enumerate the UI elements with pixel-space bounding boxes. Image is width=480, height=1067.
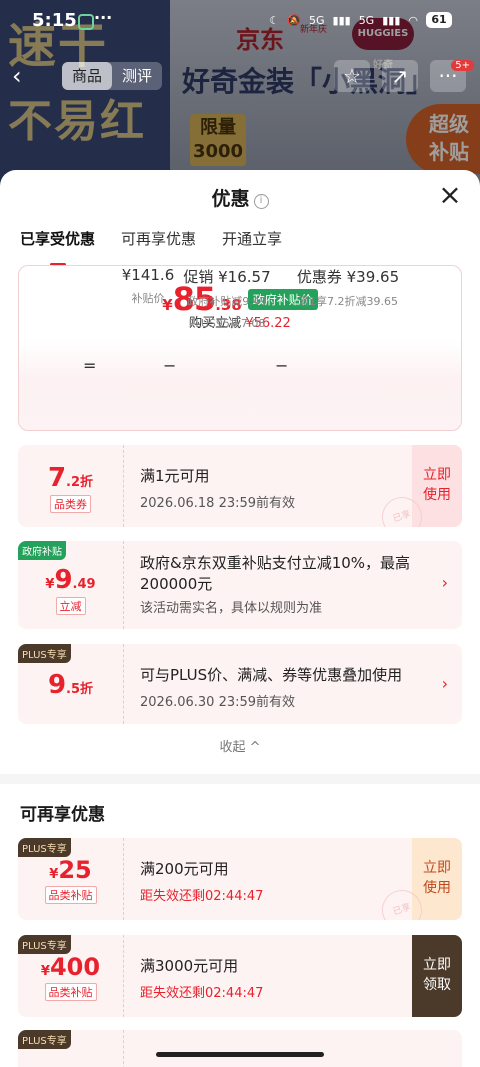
coupon-value-pane: 7.2折 品类券 bbox=[18, 445, 124, 527]
close-icon[interactable]: × bbox=[438, 181, 462, 209]
tab-product[interactable]: 商品 bbox=[62, 62, 113, 90]
coupon-discount-int: 7 bbox=[47, 463, 67, 493]
coupon-amount: ¥400 bbox=[18, 953, 123, 981]
plus-coupon-card-25[interactable]: PLUS专享 ¥25 品类补贴 满200元可用 距失效还剩02:44:47 立即… bbox=[18, 838, 462, 920]
equals-sign: = bbox=[83, 356, 97, 375]
coupon-value-pane bbox=[18, 1030, 124, 1067]
plus-expiry: 2026.06.30 23:59前有效 bbox=[140, 695, 296, 710]
battery-icon: 61 bbox=[426, 12, 452, 28]
coupon-amount-value: 25 bbox=[58, 856, 92, 884]
collapse-button[interactable]: 收起 ^ bbox=[0, 736, 480, 755]
chevron-right-icon[interactable]: › bbox=[442, 674, 448, 693]
gov-subsidy-value-pane: ¥9.49 立减 bbox=[18, 541, 124, 629]
coupon-amount-value: 400 bbox=[49, 953, 101, 981]
gov-subsidy-note: 该活动需实名，具体以规则为准 bbox=[140, 601, 323, 616]
mute-icon: 🔕 bbox=[287, 13, 301, 27]
signal-icon: ▮▮▮ bbox=[332, 13, 351, 27]
sheet-title: 优惠 bbox=[211, 188, 250, 210]
plus-coupon-card-partial[interactable]: PLUS专享 bbox=[18, 1030, 462, 1067]
coupon-value: 优惠券 ¥39.65 bbox=[296, 268, 400, 286]
promotion-value: 促销 ¥16.57 bbox=[183, 268, 271, 286]
coupon-type-tag: 品类补贴 bbox=[44, 886, 97, 904]
product-nav-tabs: 商品 测评 bbox=[62, 62, 163, 90]
tab-more-available[interactable]: 可再享优惠 bbox=[121, 224, 196, 264]
coupon-discount-dec: .2折 bbox=[66, 475, 94, 490]
plus-value-pane: 9.5折 bbox=[18, 644, 124, 724]
plus-title: 可与PLUS价、满减、券等优惠叠加使用 bbox=[140, 666, 403, 684]
status-right: ☾ 🔕 5G ▮▮▮ 5G ▮▮▮ ◠ 61 bbox=[269, 12, 452, 28]
app-notification-icon bbox=[78, 14, 94, 30]
price-summary-card: ¥85.38 政府补贴价 购买立减 ¥56.22 = ¥141.6 补贴价 − 促… bbox=[18, 265, 462, 431]
sheet-header: 优惠 i × bbox=[0, 170, 480, 224]
chevron-right-icon[interactable]: › bbox=[442, 573, 448, 592]
coupon-card-category[interactable]: 7.2折 品类券 满1元可用 2026.06.18 23:59前有效 立即 使用… bbox=[18, 445, 462, 527]
action-label-2: 使用 bbox=[423, 880, 451, 896]
promotion-detail-1: 政府补贴减9.49 bbox=[187, 295, 267, 308]
signal-icon-2: ▮▮▮ bbox=[382, 13, 401, 27]
wifi-icon: ◠ bbox=[408, 13, 418, 27]
more-discounts-title: 可再享优惠 bbox=[20, 805, 105, 825]
plus-discount-card[interactable]: PLUS专享 9.5折 可与PLUS价、满减、券等优惠叠加使用 2026.06.… bbox=[18, 644, 462, 724]
coupon-type-tag: 品类券 bbox=[50, 495, 91, 513]
gov-subsidy-dec: .49 bbox=[72, 577, 96, 592]
section-divider bbox=[0, 774, 480, 784]
use-now-label-1: 立即 bbox=[423, 467, 451, 483]
coupon-currency: ¥ bbox=[40, 964, 50, 979]
gov-subsidy-title: 政府&京东双重补贴支付立减10%，最高200000元 bbox=[140, 554, 411, 593]
plus-discount-dec: .5折 bbox=[66, 682, 94, 697]
plus-coupon-card-400[interactable]: PLUS专享 ¥400 品类补贴 满3000元可用 距失效还剩02:44:47 … bbox=[18, 935, 462, 1017]
gov-subsidy-tag: 立减 bbox=[55, 597, 86, 615]
status-bar: 5:15 ··· ☾ 🔕 5G ▮▮▮ 5G ▮▮▮ ◠ 61 bbox=[0, 0, 480, 44]
tab-review[interactable]: 测评 bbox=[112, 62, 162, 90]
promotion-col: 促销 ¥16.57 政府补贴减9.49 PLUS95折7.08 bbox=[179, 266, 275, 331]
coupon-col: 优惠券 ¥39.65 满1享7.2折减39.65 bbox=[293, 266, 403, 309]
promotion-detail-2: PLUS95折7.08 bbox=[188, 317, 266, 330]
claim-now-button[interactable]: 立即 领取 bbox=[412, 935, 462, 1017]
use-now-label-2: 使用 bbox=[423, 487, 451, 503]
more-notifications-icon: ··· bbox=[94, 8, 113, 27]
message-badge: 5+ bbox=[451, 60, 474, 71]
network-2: 5G bbox=[358, 13, 375, 27]
home-indicator[interactable] bbox=[156, 1052, 324, 1057]
favorite-star-icon[interactable]: ☆ bbox=[334, 60, 370, 92]
gov-subsidy-amount: ¥9.49 bbox=[18, 565, 123, 595]
coupon-amount: ¥25 bbox=[18, 856, 123, 884]
coupon-value-pane: ¥25 品类补贴 bbox=[18, 838, 124, 920]
back-icon[interactable]: ‹ bbox=[12, 62, 40, 90]
status-time: 5:15 bbox=[32, 10, 77, 31]
action-label-1: 立即 bbox=[423, 860, 451, 876]
coupon-detail: 满1享7.2折减39.65 bbox=[298, 295, 398, 308]
gov-subsidy-card[interactable]: 政府补贴 ¥9.49 立减 政府&京东双重补贴支付立减10%，最高200000元… bbox=[18, 541, 462, 629]
gov-subsidy-int: 9 bbox=[54, 565, 73, 595]
action-label-1: 立即 bbox=[423, 957, 451, 973]
coupon-currency: ¥ bbox=[49, 867, 59, 882]
moon-icon: ☾ bbox=[269, 13, 280, 27]
tab-open-membership[interactable]: 开通立享 bbox=[222, 224, 282, 264]
plus-info-pane: 可与PLUS价、满减、券等优惠叠加使用 2026.06.30 23:59前有效 bbox=[140, 644, 426, 724]
network-1: 5G bbox=[308, 13, 325, 27]
coupon-type-tag: 品类补贴 bbox=[44, 983, 97, 1001]
gov-subsidy-info-pane: 政府&京东双重补贴支付立减10%，最高200000元 该活动需实名，具体以规则为… bbox=[140, 541, 426, 629]
tab-enjoyed[interactable]: 已享受优惠 bbox=[20, 224, 95, 266]
coupon-value-pane: ¥400 品类补贴 bbox=[18, 935, 124, 1017]
minus-sign-1: − bbox=[163, 356, 177, 375]
plus-discount: 9.5折 bbox=[18, 670, 123, 700]
info-icon[interactable]: i bbox=[253, 194, 269, 209]
coupon-discount: 7.2折 bbox=[18, 463, 123, 493]
nav-actions: ☆ ↗ ··· bbox=[334, 60, 466, 92]
sheet-title-wrap: 优惠 i bbox=[0, 184, 480, 211]
plus-discount-int: 9 bbox=[47, 670, 67, 700]
discount-sheet: 优惠 i × 已享受优惠 可再享优惠 开通立享 ¥85.38 政府补贴价 购买立减 … bbox=[0, 170, 480, 1067]
minus-sign-2: − bbox=[275, 356, 289, 375]
discount-tabs: 已享受优惠 可再享优惠 开通立享 bbox=[0, 224, 480, 266]
action-label-2: 领取 bbox=[423, 977, 451, 993]
share-icon[interactable]: ↗ bbox=[382, 60, 418, 92]
